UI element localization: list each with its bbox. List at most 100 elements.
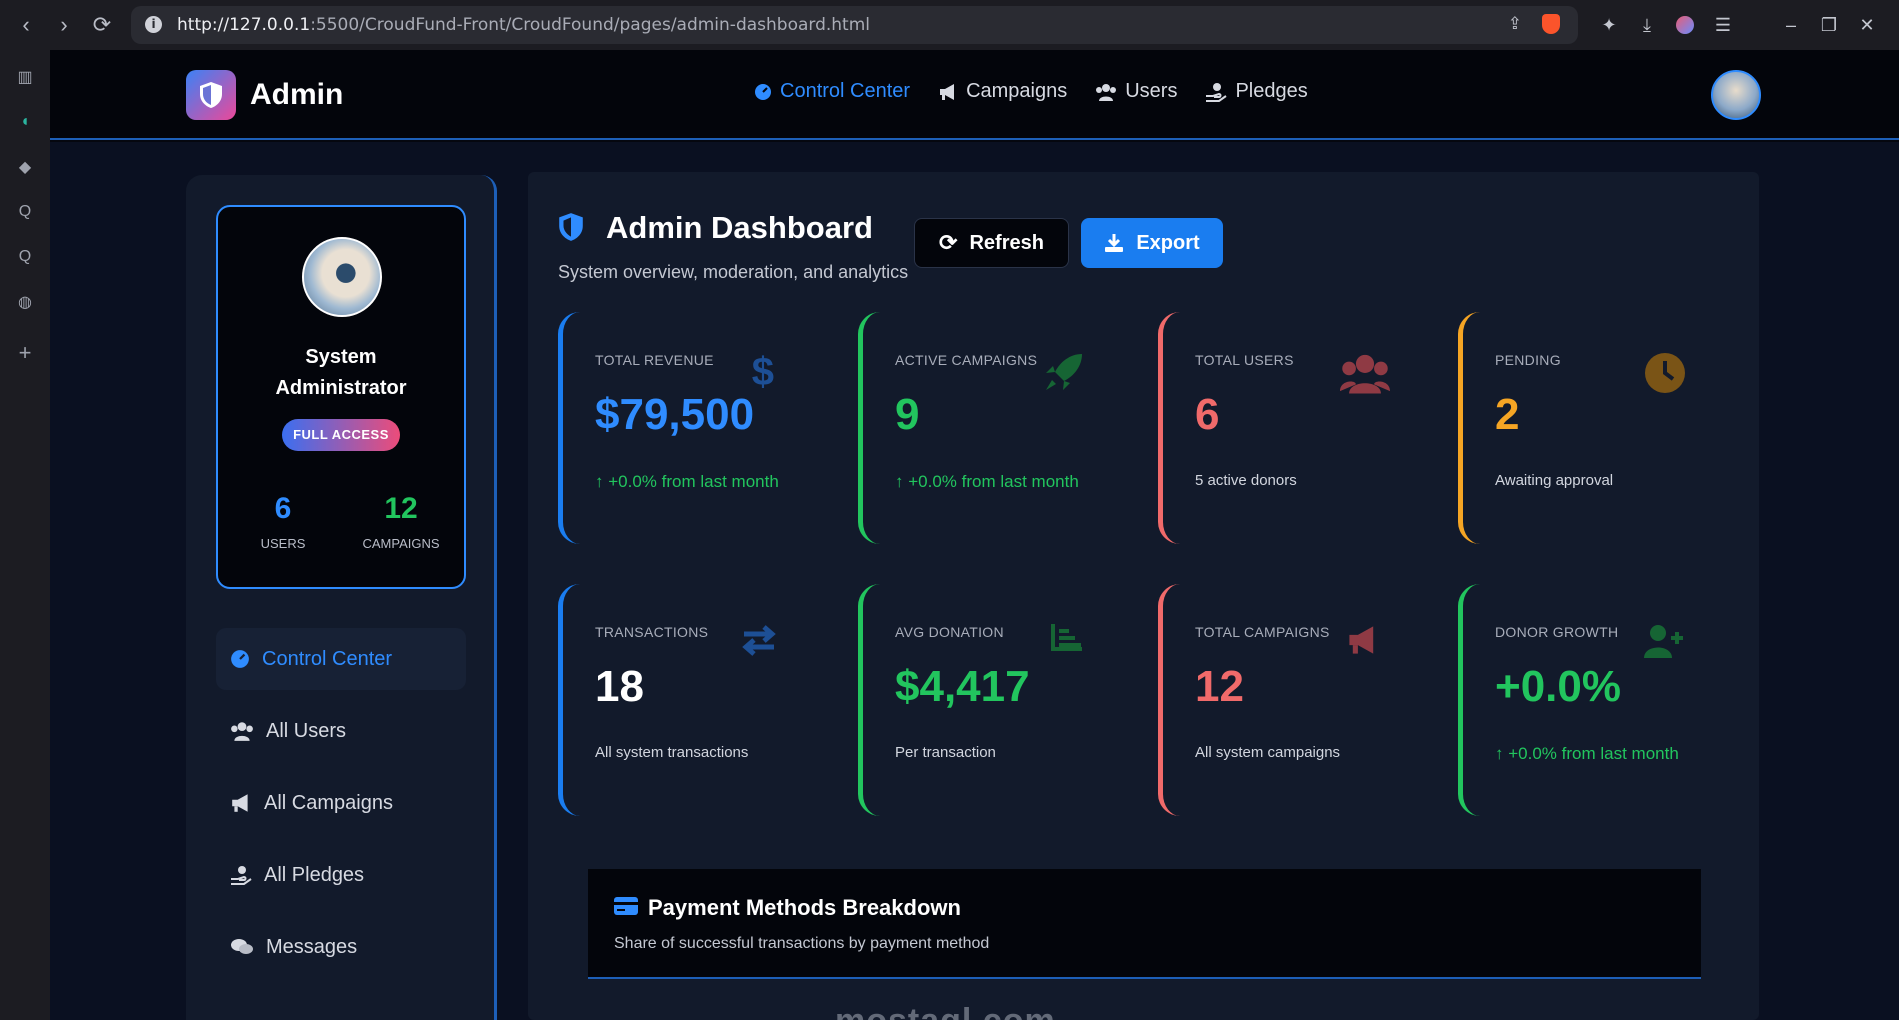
card-label: DONOR GROWTH <box>1495 624 1619 640</box>
page-subtitle: System overview, moderation, and analyti… <box>558 262 909 282</box>
refresh-button[interactable]: ⟳ Refresh <box>914 218 1069 268</box>
card-value: 2 <box>1495 390 1520 439</box>
restore-icon[interactable]: ❐ <box>1815 11 1843 39</box>
user-plus-icon <box>1644 625 1683 658</box>
top-navbar: Admin Control Center Campaigns Users Ple… <box>50 50 1899 140</box>
profile-name-line2: Administrator <box>275 377 407 399</box>
sidebar-item-messages[interactable]: Messages <box>216 916 466 978</box>
brand-logo[interactable] <box>186 70 236 120</box>
app-icon[interactable]: Q <box>0 234 50 279</box>
sidebar-item-label: All Campaigns <box>264 791 393 814</box>
close-window-icon[interactable]: ✕ <box>1853 11 1881 39</box>
download-icon[interactable]: ⤓ <box>1633 11 1661 39</box>
card-note: ↑ +0.0% from last month <box>595 472 779 492</box>
dashboard-panel: Admin Dashboard System overview, moderat… <box>528 172 1759 1020</box>
share-icon[interactable]: ⇪ <box>1508 14 1522 34</box>
card-note: 5 active donors <box>1195 472 1297 489</box>
card-value: 18 <box>595 662 644 711</box>
app-icon[interactable]: ◖ <box>0 99 50 144</box>
rocket-icon <box>1046 354 1082 390</box>
chart-icon <box>1051 624 1082 651</box>
megaphone-icon <box>940 83 955 100</box>
menu-icon[interactable]: ☰ <box>1709 11 1737 39</box>
card-label: TOTAL CAMPAIGNS <box>1195 624 1330 640</box>
card-note-text: +0.0% from last month <box>608 472 779 491</box>
megaphone-icon <box>232 794 248 812</box>
shield-icon <box>559 213 583 241</box>
minimize-icon[interactable]: – <box>1777 11 1805 39</box>
extensions-icon[interactable]: ✦ <box>1595 11 1623 39</box>
stat-card-total-campaigns: TOTAL CAMPAIGNS 12 All system campaigns <box>1158 584 1424 816</box>
reload-icon[interactable]: ⟳ <box>84 7 120 43</box>
app-icon[interactable]: Q <box>0 189 50 234</box>
card-label: ACTIVE CAMPAIGNS <box>895 352 1038 368</box>
export-button[interactable]: Export <box>1081 218 1223 268</box>
stat-card-pending: PENDING 2 Awaiting approval <box>1458 312 1724 544</box>
refresh-label: Refresh <box>969 231 1044 254</box>
stat-label: CAMPAIGNS <box>362 536 440 551</box>
dollar-icon: $ <box>751 350 774 394</box>
sidebar-item-label: All Users <box>266 719 347 742</box>
credit-card-icon <box>614 897 638 915</box>
sidebar-item-all-campaigns[interactable]: All Campaigns <box>216 772 466 834</box>
nav-label: Users <box>1125 80 1178 102</box>
profile-icon[interactable] <box>1671 11 1699 39</box>
nav-label: Control Center <box>780 80 911 102</box>
card-note: Awaiting approval <box>1495 472 1614 489</box>
card-note: ↑ +0.0% from last month <box>895 472 1079 492</box>
users-icon <box>1096 83 1117 101</box>
card-value: 12 <box>1195 662 1244 711</box>
payment-methods-section: Payment Methods Breakdown Share of succe… <box>588 869 1701 979</box>
nav-pledges[interactable]: Pledges <box>1205 80 1308 103</box>
app-root: Admin Control Center Campaigns Users Ple… <box>50 50 1899 1020</box>
card-label: TOTAL REVENUE <box>595 352 714 368</box>
card-note: All system campaigns <box>1195 744 1341 761</box>
refresh-icon: ⟳ <box>939 230 958 255</box>
card-value: $79,500 <box>595 390 755 439</box>
profile-avatar <box>302 237 382 317</box>
stat-card-total-revenue: TOTAL REVENUE $79,500 ↑ +0.0% from last … <box>558 312 824 544</box>
section-title: Payment Methods Breakdown <box>648 895 961 920</box>
status-badge: FULL ACCESS <box>282 419 400 451</box>
url-path: :5500/CroudFund-Front/CroudFound/pages/a… <box>310 15 871 35</box>
profile-name-line1: System <box>305 346 377 368</box>
stat-value: 12 <box>384 492 418 525</box>
sidebar-item-all-pledges[interactable]: All Pledges <box>216 844 466 906</box>
stat-card-active-campaigns: ACTIVE CAMPAIGNS 9 ↑ +0.0% from last mon… <box>858 312 1124 544</box>
card-note-text: +0.0% from last month <box>1508 744 1679 763</box>
browser-toolbar: ‹ › ⟳ i http://127.0.0.1:5500/CroudFund-… <box>0 0 1899 50</box>
shield-icon <box>200 82 222 108</box>
forward-icon[interactable]: › <box>46 7 82 43</box>
brave-shield-icon[interactable] <box>1542 14 1560 34</box>
card-value: +0.0% <box>1495 662 1621 711</box>
arrow-up-icon: ↑ <box>895 472 909 491</box>
section-subtitle: Share of successful transactions by paym… <box>614 935 990 952</box>
back-icon[interactable]: ‹ <box>8 7 44 43</box>
dashboard-icon <box>755 83 771 100</box>
sidebar-item-all-users[interactable]: All Users <box>216 700 466 762</box>
nav-label: Campaigns <box>966 80 1068 102</box>
stat-label: USERS <box>260 536 306 551</box>
site-info-icon[interactable]: i <box>145 16 162 33</box>
card-label: AVG DONATION <box>895 624 1004 640</box>
watermark: mostaql.com <box>835 1002 1056 1020</box>
sidebar-toggle-icon[interactable]: ▥ <box>0 54 50 99</box>
sidebar-item-control-center[interactable]: Control Center <box>216 628 466 690</box>
add-icon[interactable]: + <box>0 330 50 375</box>
users-icon <box>231 722 253 741</box>
nav-campaigns[interactable]: Campaigns <box>938 80 1067 103</box>
page-title: Admin Dashboard <box>606 210 873 245</box>
sidebar-item-label: Messages <box>266 935 358 958</box>
card-label: TRANSACTIONS <box>595 624 709 640</box>
nav-label: Pledges <box>1235 80 1308 102</box>
address-bar[interactable]: i http://127.0.0.1:5500/CroudFund-Front/… <box>131 6 1578 44</box>
card-note: Per transaction <box>895 744 996 761</box>
avatar[interactable] <box>1711 70 1761 120</box>
arrow-up-icon: ↑ <box>1495 744 1509 763</box>
nav-control-center[interactable]: Control Center <box>754 80 910 103</box>
globe-icon[interactable]: ◍ <box>0 279 50 324</box>
nav-users[interactable]: Users <box>1095 80 1177 103</box>
card-value: $4,417 <box>895 662 1030 711</box>
app-icon[interactable]: ◆ <box>0 144 50 189</box>
card-note: All system transactions <box>595 744 749 761</box>
